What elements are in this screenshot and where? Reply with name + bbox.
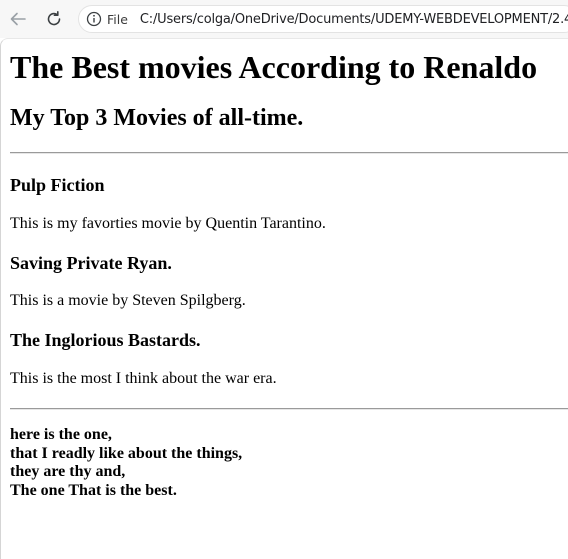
divider-bottom — [10, 408, 568, 410]
movie-title-3: The Inglorious Bastards. — [10, 330, 201, 350]
poem-line-2: that I readly like about the things, — [10, 444, 243, 462]
url-text[interactable]: C:/Users/colga/OneDrive/Documents/UDEMY-… — [140, 12, 568, 27]
info-icon[interactable] — [86, 11, 102, 27]
divider-top — [10, 152, 568, 154]
page-viewport: The Best movies According to Renaldo My … — [0, 38, 568, 559]
reload-button[interactable] — [40, 5, 68, 33]
movie-description-1: This is my favorties movie by Quentin Ta… — [10, 215, 326, 232]
browser-toolbar: File C:/Users/colga/OneDrive/Documents/U… — [0, 0, 568, 38]
poem-line-3: they are thy and, — [10, 463, 126, 480]
reload-icon — [45, 10, 63, 28]
poem-line-1: here is the one, — [10, 426, 112, 443]
page-title: The Best movies According to Renaldo — [10, 49, 538, 85]
back-button[interactable] — [4, 5, 32, 33]
page-subtitle: My Top 3 Movies of all-time. — [10, 105, 304, 131]
scheme-label: File — [107, 11, 128, 27]
poem-block: here is the one, that I readly like abou… — [10, 426, 242, 500]
back-arrow-icon — [9, 10, 27, 28]
movie-title-2: Saving Private Ryan. — [10, 253, 172, 273]
address-bar[interactable]: File C:/Users/colga/OneDrive/Documents/U… — [78, 5, 568, 33]
movie-title-1: Pulp Fiction — [10, 175, 105, 195]
movie-description-3: This is the most I think about the war e… — [10, 370, 277, 387]
poem-line-4: The one That is the best. — [10, 481, 177, 499]
movie-description-2: This is a movie by Steven Spilgberg. — [10, 292, 246, 309]
